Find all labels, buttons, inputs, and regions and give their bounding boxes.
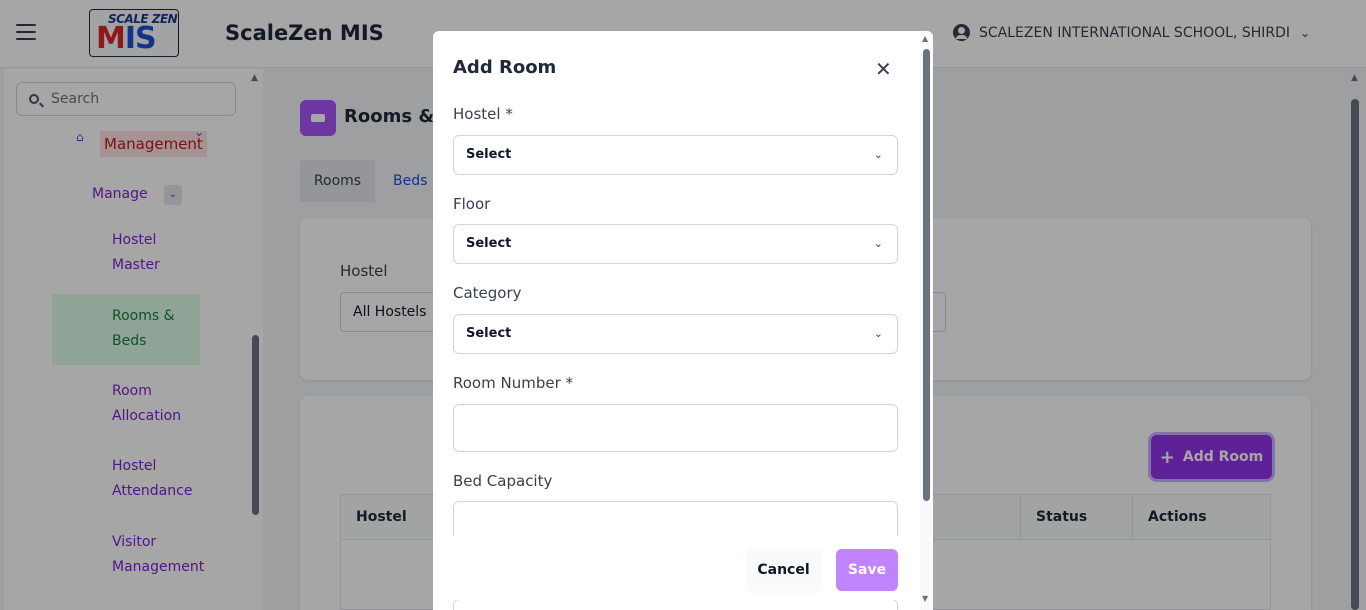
- close-icon[interactable]: ✕: [875, 59, 892, 79]
- floor-select-value: Select: [466, 236, 512, 251]
- save-button[interactable]: Save: [836, 549, 898, 591]
- scrollbar-thumb[interactable]: [923, 49, 930, 501]
- cancel-button[interactable]: Cancel: [746, 549, 821, 591]
- chevron-down-icon: ⌄: [873, 148, 883, 161]
- chevron-down-icon: ⌄: [873, 237, 883, 250]
- category-field-label: Category: [453, 284, 522, 302]
- scroll-up-icon[interactable]: ▲: [922, 34, 928, 43]
- room-number-field-label: Room Number *: [453, 374, 574, 392]
- floor-select[interactable]: Select ⌄: [453, 224, 898, 264]
- hostel-field-label: Hostel *: [453, 105, 513, 123]
- hostel-select-value: Select: [466, 147, 512, 162]
- hostel-select[interactable]: Select ⌄: [453, 135, 898, 175]
- bed-capacity-field-label: Bed Capacity: [453, 472, 553, 490]
- scroll-down-icon[interactable]: ▼: [922, 594, 928, 603]
- category-select[interactable]: Select ⌄: [453, 314, 898, 354]
- add-room-modal: Add Room ✕ Hostel * Select ⌄ Floor Selec…: [433, 31, 933, 610]
- floor-field-label: Floor: [453, 195, 491, 213]
- category-select-value: Select: [466, 326, 512, 341]
- modal-title: Add Room: [453, 57, 557, 78]
- chevron-down-icon: ⌄: [873, 327, 883, 340]
- next-field-input[interactable]: [453, 599, 898, 610]
- modal-scrollbar[interactable]: ▲ ▼: [920, 31, 933, 610]
- room-number-input[interactable]: [453, 404, 898, 452]
